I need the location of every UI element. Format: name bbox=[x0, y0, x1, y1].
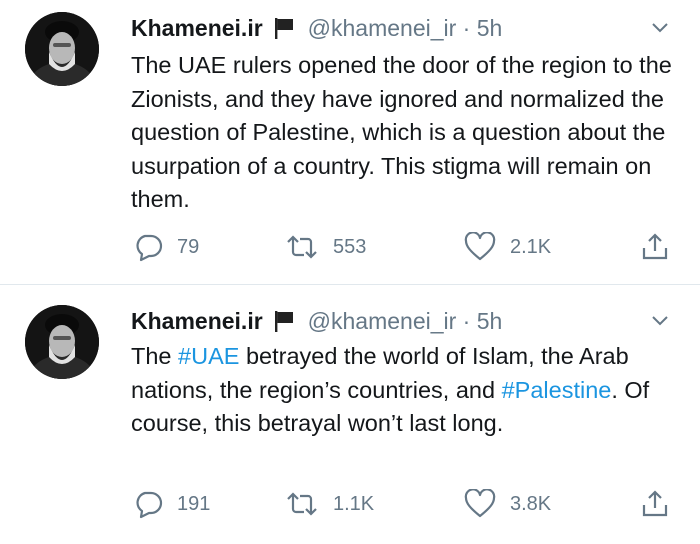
retweet-icon bbox=[285, 232, 319, 262]
tweet-header: Khamenei.ir @khamenei_ir · 5h bbox=[131, 12, 502, 44]
reply-icon bbox=[133, 489, 163, 519]
separator-dot: · bbox=[456, 307, 477, 334]
retweet-button[interactable]: 1.1K bbox=[285, 489, 374, 519]
tweet[interactable]: Khamenei.ir @khamenei_ir · 5h The UAE ru… bbox=[0, 0, 700, 285]
retweet-count: 553 bbox=[333, 235, 367, 258]
tweet-actions: 191 1.1K 3.8K bbox=[0, 489, 700, 523]
timestamp[interactable]: 5h bbox=[477, 308, 503, 335]
share-button[interactable] bbox=[640, 232, 670, 262]
tweet-text: The #UAE betrayed the world of Islam, th… bbox=[131, 340, 683, 441]
chevron-down-icon[interactable] bbox=[650, 311, 670, 331]
reply-count: 79 bbox=[177, 235, 200, 258]
avatar[interactable] bbox=[25, 305, 99, 379]
hashtag-link[interactable]: #Palestine bbox=[502, 377, 612, 403]
separator-dot: · bbox=[456, 14, 477, 41]
author-name[interactable]: Khamenei.ir bbox=[131, 308, 263, 335]
share-button[interactable] bbox=[640, 489, 670, 519]
timestamp[interactable]: 5h bbox=[477, 15, 503, 42]
reply-button[interactable]: 79 bbox=[133, 232, 199, 262]
like-button[interactable]: 2.1K bbox=[464, 232, 551, 262]
retweet-icon bbox=[285, 489, 319, 519]
like-count: 2.1K bbox=[510, 235, 552, 258]
reply-button[interactable]: 191 bbox=[133, 489, 210, 519]
reply-count: 191 bbox=[177, 492, 211, 515]
author-handle[interactable]: @khamenei_ir bbox=[308, 15, 457, 42]
tweet-text: The UAE rulers opened the door of the re… bbox=[131, 49, 683, 217]
avatar[interactable] bbox=[25, 12, 99, 86]
author-name[interactable]: Khamenei.ir bbox=[131, 15, 263, 42]
author-handle[interactable]: @khamenei_ir bbox=[308, 308, 457, 335]
like-count: 3.8K bbox=[510, 492, 552, 515]
tweet-actions: 79 553 2.1K bbox=[0, 232, 700, 266]
retweet-count: 1.1K bbox=[333, 492, 375, 515]
hashtag-link[interactable]: #UAE bbox=[178, 343, 239, 369]
tweet-text-segment: The UAE rulers opened the door of the re… bbox=[131, 52, 672, 212]
tweet[interactable]: Khamenei.ir @khamenei_ir · 5h The #UAE b… bbox=[0, 285, 700, 544]
flag-icon bbox=[272, 16, 296, 40]
tweet-text-segment: The bbox=[131, 343, 179, 369]
like-icon bbox=[464, 489, 496, 519]
reply-icon bbox=[133, 232, 163, 262]
like-icon bbox=[464, 232, 496, 262]
tweet-header: Khamenei.ir @khamenei_ir · 5h bbox=[131, 305, 502, 337]
share-icon bbox=[640, 232, 670, 262]
like-button[interactable]: 3.8K bbox=[464, 489, 551, 519]
flag-icon bbox=[272, 309, 296, 333]
chevron-down-icon[interactable] bbox=[650, 18, 670, 38]
retweet-button[interactable]: 553 bbox=[285, 232, 366, 262]
share-icon bbox=[640, 489, 670, 519]
